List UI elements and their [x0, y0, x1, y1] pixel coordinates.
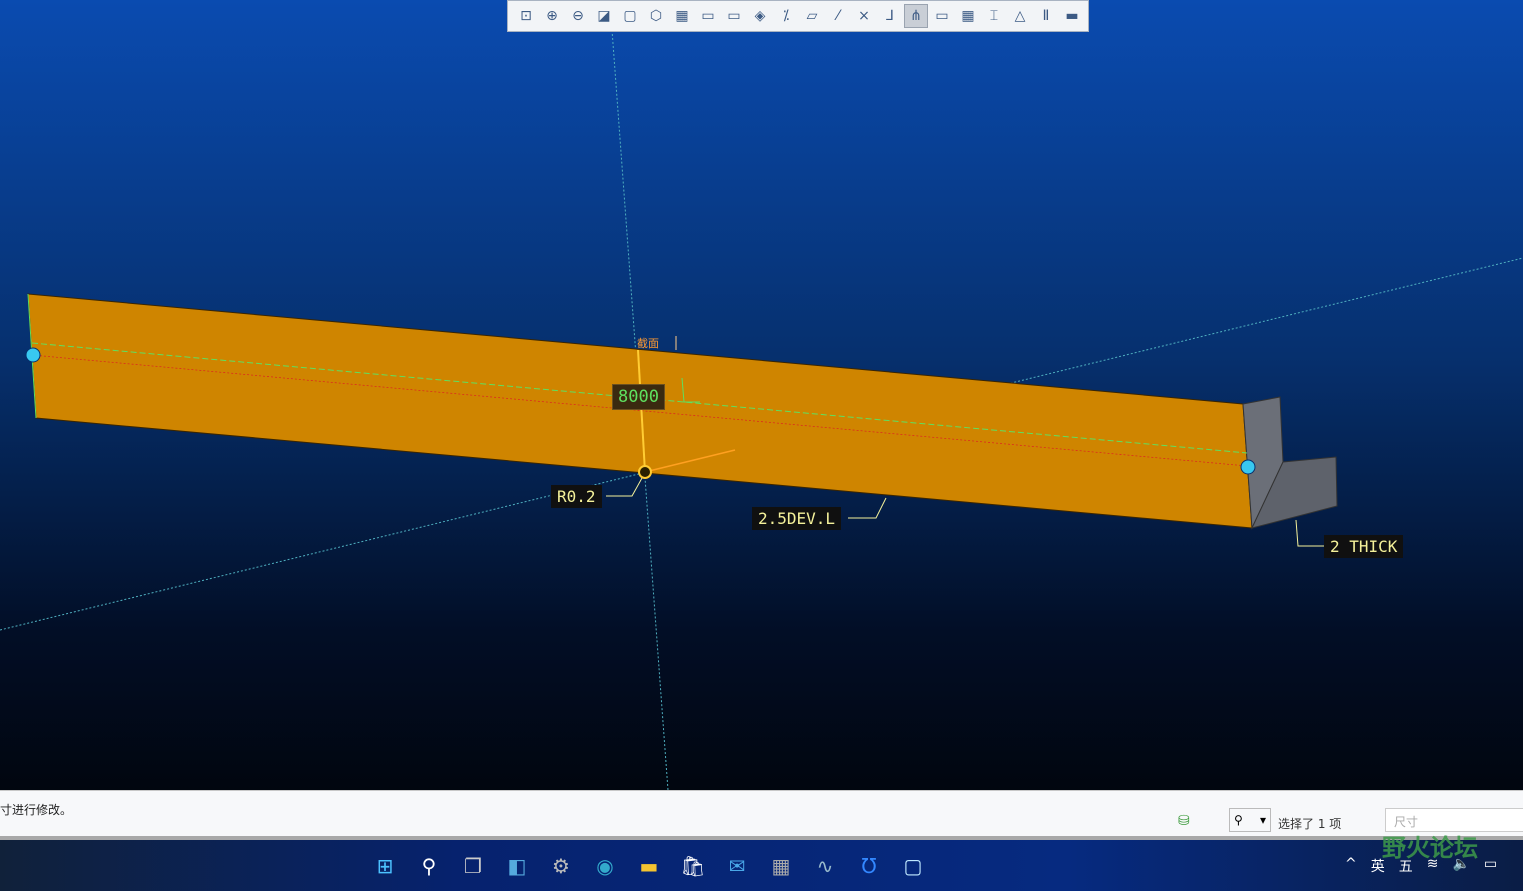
wifi-icon[interactable]: ≋	[1427, 856, 1439, 876]
settings-icon[interactable]: ⚙	[547, 852, 575, 880]
drag-handle-left[interactable]	[25, 347, 41, 363]
warning-icon[interactable]: △	[1008, 4, 1032, 28]
performance-monitor-icon[interactable]: ∿	[811, 852, 839, 880]
find-button[interactable]: ⚲ ▾	[1229, 808, 1271, 832]
battery-icon[interactable]: ▭	[1484, 856, 1497, 876]
search-icon[interactable]: ⚲	[415, 852, 443, 880]
thickness-annotation[interactable]: 2 THICK	[1324, 535, 1404, 558]
beam-face	[27, 293, 1253, 529]
deviation-annotation[interactable]: 2.5DEV.L	[752, 507, 842, 530]
task-view-icon[interactable]: ❐	[459, 852, 487, 880]
repaint-icon[interactable]: ◪	[592, 4, 616, 28]
widgets-icon[interactable]: ◧	[503, 852, 531, 880]
system-tray: ^ 英 五 ≋ 🔈 ▭	[1345, 856, 1497, 876]
plane-display-icon[interactable]: ▱	[800, 4, 824, 28]
mail-icon[interactable]: ✉	[723, 852, 751, 880]
creo-icon[interactable]: ▢	[899, 852, 927, 880]
previous-view-icon[interactable]: ▭	[722, 4, 746, 28]
section-label: 截面	[637, 337, 659, 350]
display-style-icon[interactable]: ▢	[618, 4, 642, 28]
view-manager-icon[interactable]: ▦	[670, 4, 694, 28]
chevron-down-icon: ▾	[1259, 813, 1266, 827]
volume-icon[interactable]: 🔈	[1452, 856, 1469, 876]
drag-handle-right[interactable]	[1240, 459, 1256, 475]
model-canvas[interactable]	[0, 0, 1523, 790]
pivot-handle	[638, 465, 652, 479]
graphics-toolbar: ⊡ ⊕ ⊖ ◪ ▢ ⬡ ▦ ▭ ▭ ◈ ⁒ ▱ ⁄ × ⅃ ⋔ ▭ ▦ ⌶ △ Ⅱ ▬	[507, 0, 1089, 32]
appearance-icon[interactable]: ◈	[748, 4, 772, 28]
start-icon[interactable]: ⊞	[371, 852, 399, 880]
annotation-display-icon[interactable]: ▭	[930, 4, 954, 28]
zoom-in-icon[interactable]: ⊕	[540, 4, 564, 28]
edge-icon[interactable]: ◉	[591, 852, 619, 880]
app-icon[interactable]: Ʊ	[855, 852, 883, 880]
model-tree-filter-icon[interactable]: ▦	[956, 4, 980, 28]
status-message: 寸进行修改。	[0, 803, 73, 817]
axis-display-icon[interactable]: ⁄	[826, 4, 850, 28]
tray-chevron-icon[interactable]: ^	[1345, 856, 1357, 876]
calculator-icon[interactable]: ▦	[767, 852, 795, 880]
spin-center-icon[interactable]: ⋔	[904, 4, 928, 28]
refit-icon[interactable]: ⊡	[514, 4, 538, 28]
next-view-icon[interactable]: ▭	[696, 4, 720, 28]
length-dimension[interactable]: 8000	[612, 384, 665, 410]
zoom-out-icon[interactable]: ⊖	[566, 4, 590, 28]
point-display-icon[interactable]: ×	[852, 4, 876, 28]
saved-views-icon[interactable]: ⬡	[644, 4, 668, 28]
radius-annotation[interactable]: R0.2	[551, 485, 602, 508]
status-bar: 寸进行修改。 ⛁ ⚲ ▾ 选择了 1 项 尺寸	[0, 790, 1523, 840]
taskbar: ⊞ ⚲ ❐ ◧ ⚙ ◉ ▬ 🛍 ✉ ▦ ∿ Ʊ ▢ 野火论坛 ^ 英 五 ≋ 🔈 ▭	[0, 834, 1523, 891]
csys-display-icon[interactable]: ⅃	[878, 4, 902, 28]
binoculars-icon: ⚲	[1234, 813, 1243, 827]
selection-count: 选择了 1 项	[1278, 817, 1342, 831]
language-indicator[interactable]: 英	[1371, 856, 1385, 876]
store-icon[interactable]: 🛍	[679, 852, 707, 880]
dimension-icon[interactable]: ⌶	[982, 4, 1006, 28]
stop-icon[interactable]: ▬	[1060, 4, 1084, 28]
datum-display-icon[interactable]: ⁒	[774, 4, 798, 28]
regenerate-icon[interactable]: ⛁	[1178, 813, 1190, 829]
file-explorer-icon[interactable]: ▬	[635, 852, 663, 880]
pause-icon[interactable]: Ⅱ	[1034, 4, 1058, 28]
graphics-viewport[interactable]: 截面 8000 R0.2 2.5DEV.L 2 THICK	[0, 0, 1523, 790]
ime-indicator[interactable]: 五	[1399, 856, 1413, 876]
